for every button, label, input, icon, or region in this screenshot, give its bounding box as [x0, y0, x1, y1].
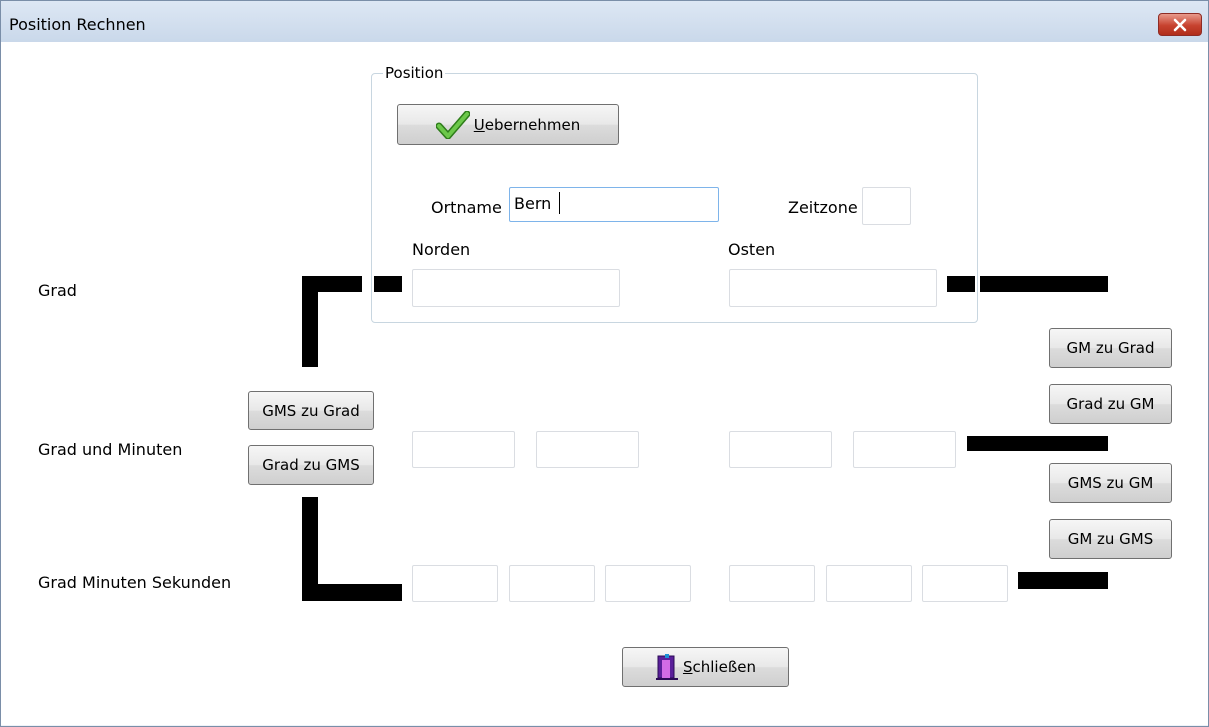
close-button[interactable]	[1158, 13, 1202, 36]
checkmark-icon	[435, 110, 470, 139]
row-label-grad: Grad	[38, 281, 77, 300]
osten-label: Osten	[728, 240, 776, 259]
close-icon	[1173, 18, 1187, 31]
zeitzone-label: Zeitzone	[788, 198, 858, 217]
row-label-grad-minuten-sekunden: Grad Minuten Sekunden	[38, 573, 232, 592]
window-title: Position Rechnen	[9, 15, 146, 34]
gms-osten-minuten-input[interactable]	[826, 565, 912, 602]
gm-zu-grad-button[interactable]: GM zu Grad	[1049, 328, 1172, 368]
gms-norden-minuten-input[interactable]	[509, 565, 595, 602]
grad-zu-gms-button[interactable]: Grad zu GMS	[248, 445, 374, 485]
schliessen-button[interactable]: Schließen	[622, 647, 789, 687]
connector-bar	[947, 276, 975, 292]
gm-osten-grad-input[interactable]	[729, 431, 832, 468]
grad-norden-input[interactable]	[412, 269, 620, 307]
gm-norden-minuten-input[interactable]	[536, 431, 639, 468]
position-group-legend: Position	[383, 64, 446, 82]
exit-door-icon	[655, 654, 678, 680]
text-caret	[559, 192, 560, 214]
connector-bar	[980, 276, 1108, 292]
gms-norden-grad-input[interactable]	[412, 565, 498, 602]
connector-bar	[374, 276, 402, 292]
gms-zu-gm-button[interactable]: GMS zu GM	[1049, 463, 1172, 503]
connector-bar	[302, 584, 402, 601]
gm-norden-grad-input[interactable]	[412, 431, 515, 468]
zeitzone-input[interactable]	[862, 187, 911, 225]
connector-bar	[1018, 572, 1108, 589]
ortname-value: Bern	[514, 194, 552, 213]
schliessen-label: Schließen	[682, 658, 757, 676]
ortname-label: Ortname	[431, 198, 502, 217]
gms-zu-grad-button[interactable]: GMS zu Grad	[248, 391, 374, 430]
grad-zu-gm-button[interactable]: Grad zu GM	[1049, 384, 1172, 424]
gms-osten-grad-input[interactable]	[729, 565, 815, 602]
uebernehmen-button[interactable]: Uebernehmen	[397, 104, 619, 145]
norden-label: Norden	[412, 240, 471, 259]
connector-bar	[967, 436, 1108, 451]
uebernehmen-label: Uebernehmen	[473, 115, 581, 134]
gms-norden-sekunden-input[interactable]	[605, 565, 691, 602]
row-label-grad-minuten: Grad und Minuten	[38, 440, 183, 459]
title-bar[interactable]: Position Rechnen	[1, 1, 1208, 43]
connector-bar	[302, 276, 362, 292]
gm-zu-gms-button[interactable]: GM zu GMS	[1049, 519, 1172, 559]
gm-osten-minuten-input[interactable]	[853, 431, 956, 468]
grad-osten-input[interactable]	[729, 269, 937, 307]
ortname-input[interactable]: Bern	[509, 187, 719, 222]
gms-osten-sekunden-input[interactable]	[922, 565, 1008, 602]
